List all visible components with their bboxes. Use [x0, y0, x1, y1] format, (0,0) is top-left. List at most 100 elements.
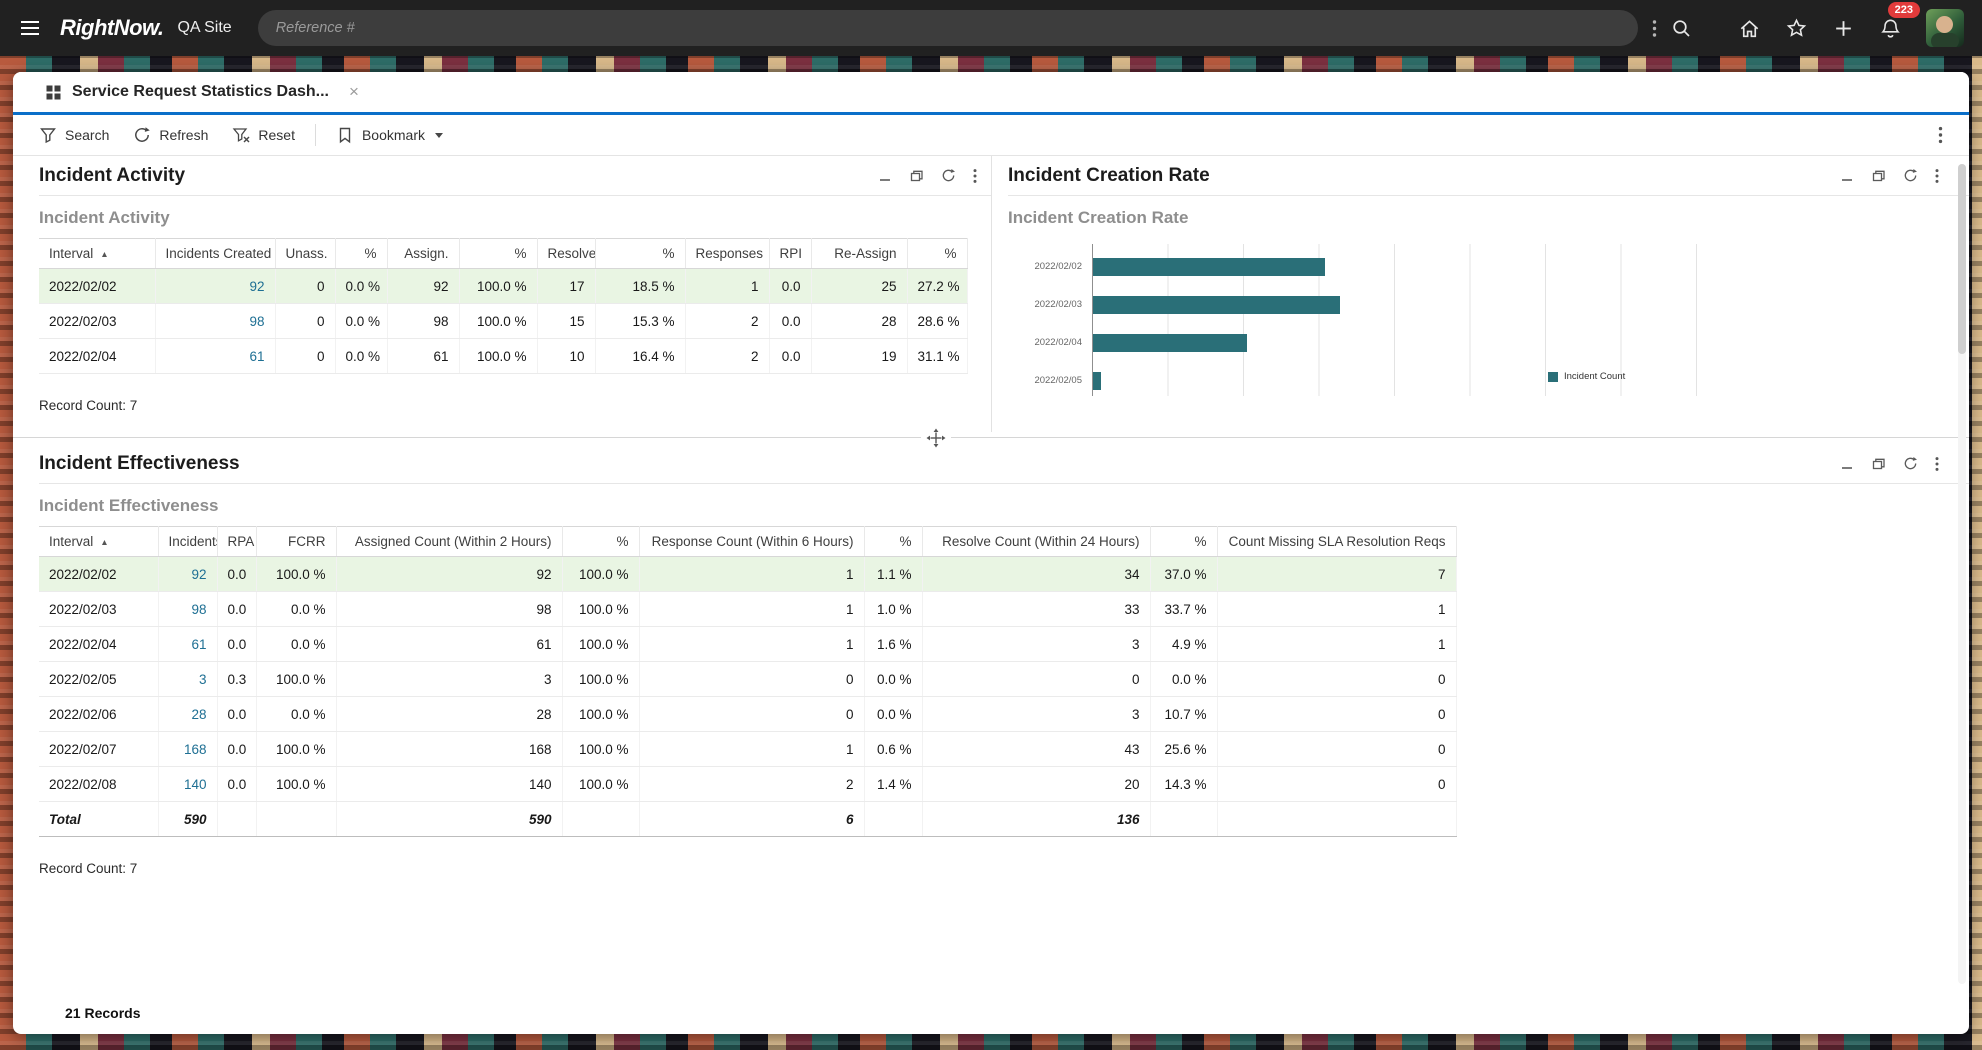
- panel-menu-kebab-icon[interactable]: [1935, 456, 1939, 472]
- table-row[interactable]: 2022/02/02 92 0.0 100.0 % 92 100.0 % 1 1.1 % 34 3…: [39, 556, 1457, 592]
- table-row[interactable]: 2022/02/03 98 0 0.0 % 98 100.0 % 15 15.3 % 2 0.0 2…: [39, 303, 968, 339]
- panel-menu-kebab-icon[interactable]: [1935, 168, 1939, 184]
- add-new-icon[interactable]: [1832, 17, 1855, 40]
- column-header[interactable]: FCRR: [256, 526, 337, 557]
- panel-controls: [1840, 168, 1939, 184]
- value-cell[interactable]: 92: [158, 556, 218, 592]
- panel-title: Incident Creation Rate: [1008, 164, 1210, 186]
- tab-close-icon[interactable]: ×: [349, 82, 359, 102]
- table-row[interactable]: 2022/02/04 61 0 0.0 % 61 100.0 % 10 16.4 % 2 0.0 1…: [39, 338, 968, 374]
- chart-bar[interactable]: [1093, 334, 1247, 352]
- table-row[interactable]: 2022/02/08 140 0.0 100.0 % 140 100.0 % 2 1.4 % 2…: [39, 766, 1457, 802]
- column-header[interactable]: Unass.: [275, 238, 336, 269]
- chart-bar[interactable]: [1093, 372, 1101, 390]
- refresh-button[interactable]: Refresh: [121, 120, 220, 150]
- bookmark-button[interactable]: Bookmark: [324, 120, 455, 150]
- value-cell[interactable]: 98: [158, 591, 218, 627]
- favorites-star-icon[interactable]: [1785, 17, 1808, 40]
- column-header[interactable]: Incidents: [158, 526, 218, 557]
- value-cell[interactable]: 140: [158, 766, 218, 802]
- restore-window-button[interactable]: [1871, 169, 1886, 183]
- minimize-button[interactable]: [1840, 457, 1854, 471]
- value-cell[interactable]: 61: [155, 338, 276, 374]
- panel-splitter[interactable]: [13, 428, 1969, 448]
- value-cell[interactable]: 3: [158, 661, 218, 697]
- panel-refresh-icon[interactable]: [1903, 168, 1918, 183]
- sort-asc-icon: ▲: [100, 249, 109, 259]
- column-header[interactable]: RPI: [769, 238, 812, 269]
- value-cell[interactable]: 98: [155, 303, 276, 339]
- column-header[interactable]: %: [595, 238, 686, 269]
- value-cell: 0: [1217, 696, 1457, 732]
- column-header-interval[interactable]: Interval ▲: [39, 238, 156, 269]
- value-cell: 17: [537, 268, 596, 304]
- top-bar: RightNow. QA Site 223: [0, 0, 1982, 56]
- vertical-scrollbar[interactable]: [1958, 164, 1966, 984]
- restore-window-button[interactable]: [909, 169, 924, 183]
- value-cell: 0.0 %: [335, 268, 388, 304]
- table-row[interactable]: 2022/02/07 168 0.0 100.0 % 168 100.0 % 1 0.6 % 4…: [39, 731, 1457, 767]
- table-row[interactable]: 2022/02/06 28 0.0 0.0 % 28 100.0 % 0 0.0 % 3 10.7…: [39, 696, 1457, 732]
- table-row[interactable]: 2022/02/03 98 0.0 0.0 % 98 100.0 % 1 1.0 % 33 33.…: [39, 591, 1457, 627]
- panel-refresh-icon[interactable]: [1903, 456, 1918, 471]
- table-row[interactable]: 2022/02/02 92 0 0.0 % 92 100.0 % 17 18.5 % 1 0.0 2…: [39, 268, 968, 304]
- search-input[interactable]: [275, 20, 1620, 36]
- value-cell: 0: [275, 268, 336, 304]
- move-handle-icon[interactable]: [921, 428, 951, 448]
- column-header[interactable]: %: [1150, 526, 1218, 557]
- value-cell[interactable]: 61: [158, 626, 218, 662]
- column-header[interactable]: Count Missing SLA Resolution Reqs: [1217, 526, 1457, 557]
- reset-filter-icon: [232, 126, 250, 144]
- panel-menu-kebab-icon[interactable]: [973, 168, 977, 184]
- chart-bar[interactable]: [1093, 258, 1325, 276]
- value-cell: 61: [336, 626, 563, 662]
- chart-legend: Incident Count: [1548, 371, 1625, 382]
- dashboard-grid-icon: [45, 84, 62, 101]
- restore-window-button[interactable]: [1871, 457, 1886, 471]
- column-header-interval[interactable]: Interval ▲: [39, 526, 159, 557]
- notification-count-badge[interactable]: 223: [1887, 1, 1920, 18]
- column-header[interactable]: RPA: [217, 526, 257, 557]
- reset-button[interactable]: Reset: [220, 120, 307, 150]
- avatar[interactable]: [1926, 9, 1964, 47]
- table-row[interactable]: 2022/02/05 3 0.3 100.0 % 3 100.0 % 0 0.0 % 0 0.0 …: [39, 661, 1457, 697]
- chart-bar[interactable]: [1093, 296, 1341, 314]
- column-header[interactable]: %: [562, 526, 640, 557]
- column-header[interactable]: Assigned Count (Within 2 Hours): [336, 526, 563, 557]
- toolbar-overflow-kebab-icon[interactable]: [1938, 126, 1943, 144]
- notifications-bell-icon[interactable]: 223: [1879, 1, 1920, 40]
- column-header[interactable]: Assign.: [387, 238, 460, 269]
- value-cell: 1: [639, 591, 865, 627]
- column-header[interactable]: %: [335, 238, 388, 269]
- column-header[interactable]: Resolve Count (Within 24 Hours): [922, 526, 1151, 557]
- column-header[interactable]: %: [864, 526, 923, 557]
- minimize-button[interactable]: [1840, 169, 1854, 183]
- column-header[interactable]: Re-Assign: [811, 238, 908, 269]
- value-cell[interactable]: 168: [158, 731, 218, 767]
- column-header[interactable]: %: [459, 238, 538, 269]
- incident-activity-table: Interval ▲ Incidents Created Unass. % Ass…: [39, 238, 968, 374]
- column-header[interactable]: %: [907, 238, 968, 269]
- home-icon[interactable]: [1738, 17, 1761, 40]
- minimize-button[interactable]: [878, 169, 892, 183]
- interval-cell: 2022/02/06: [39, 696, 159, 732]
- incident-creation-rate-panel: Incident Creation Rate Incident Creation…: [992, 156, 1969, 432]
- bookmark-icon: [336, 126, 354, 144]
- table-header-row: Interval ▲ Incidents RPA FCRR Assigned Co…: [39, 526, 1457, 557]
- column-header[interactable]: Responses: [685, 238, 770, 269]
- search-button[interactable]: Search: [27, 120, 121, 150]
- search-icon[interactable]: [1671, 18, 1692, 39]
- column-header[interactable]: Incidents Created: [155, 238, 276, 269]
- reference-search-field[interactable]: [257, 10, 1638, 46]
- column-header[interactable]: Resolved: [537, 238, 596, 269]
- legend-swatch: [1548, 371, 1558, 382]
- panel-refresh-icon[interactable]: [941, 168, 956, 183]
- column-header[interactable]: Response Count (Within 6 Hours): [639, 526, 865, 557]
- value-cell[interactable]: 28: [158, 696, 218, 732]
- table-row[interactable]: 2022/02/04 61 0.0 0.0 % 61 100.0 % 1 1.6 % 3 4.9 …: [39, 626, 1457, 662]
- scrollbar-thumb[interactable]: [1958, 164, 1966, 354]
- search-options-kebab-icon[interactable]: [1652, 19, 1657, 38]
- tab-service-request-statistics-dashboard[interactable]: Service Request Statistics Dash... ×: [39, 72, 365, 112]
- hamburger-menu-icon[interactable]: [18, 16, 42, 40]
- value-cell[interactable]: 92: [155, 268, 276, 304]
